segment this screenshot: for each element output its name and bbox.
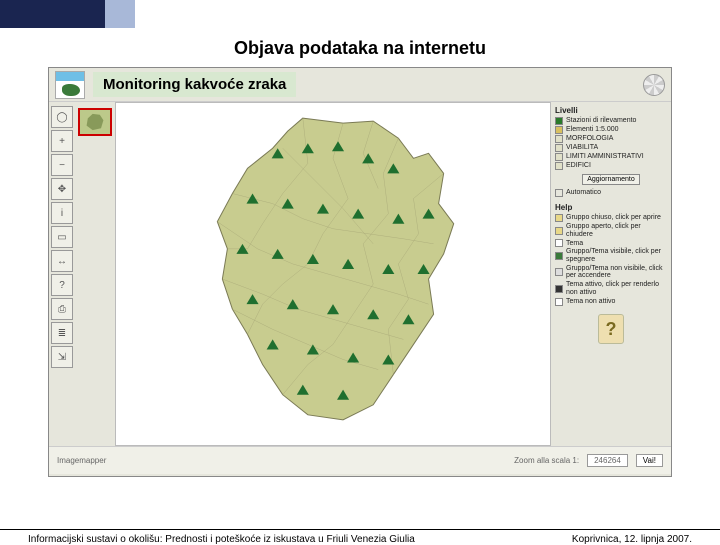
zoom-value[interactable]: 246264 [587,454,628,467]
app-header: Monitoring kakvoće zraka [49,68,671,102]
legend-item: LIMITI AMMINISTRATIVI [555,153,667,161]
tool-query-icon[interactable]: ? [51,274,73,296]
slide-title: Objava podataka na internetu [0,28,720,67]
tool-globe-icon[interactable]: ◯ [51,106,73,128]
tool-zoom-out-icon[interactable]: − [51,154,73,176]
slide-footer: Informacijski sustavi o okolišu: Prednos… [0,529,720,530]
app-body: ◯ + − ✥ i ▭ ↔ ? ⎙ ≣ ⇲ [49,102,671,446]
thumbnail-column [75,102,115,446]
status-bar: Imagemapper Zoom alla scala 1: 246264 Va… [49,446,671,474]
legend-item: Elementi 1:5.000 [555,126,667,134]
help-title: Help [555,203,667,212]
tool-print-icon[interactable]: ⎙ [51,298,73,320]
map-canvas[interactable] [115,102,551,446]
zoom-go-button[interactable]: Vai! [636,454,663,467]
refresh-button[interactable]: Aggiornamento [582,174,639,185]
tool-export-icon[interactable]: ⇲ [51,346,73,368]
slide-top-bar [0,0,720,28]
legend-item: EDIFICI [555,162,667,170]
arpa-logo [55,71,85,99]
help-line: Gruppo chiuso, click per aprire [555,214,667,222]
legend-item: Stazioni di rilevamento [555,117,667,125]
region-outline [217,118,453,420]
zoom-label: Zoom alla scala 1: [514,456,579,465]
tool-pan-icon[interactable]: ✥ [51,178,73,200]
imagemapper-label: Imagemapper [57,456,106,465]
gis-app-frame: Monitoring kakvoće zraka ◯ + − ✥ i ▭ ↔ ?… [48,67,672,477]
tool-measure-icon[interactable]: ↔ [51,250,73,272]
overview-thumbnail[interactable] [78,108,112,136]
legend-title: Livelli [555,106,667,115]
help-line: Tema non attivo [555,298,667,306]
legend-item: VIABILITA [555,144,667,152]
subtitle-box: Monitoring kakvoće zraka [93,72,296,97]
help-line: Gruppo aperto, click per chiudere [555,223,667,238]
tool-select-icon[interactable]: ▭ [51,226,73,248]
layers-panel: Livelli Stazioni di rilevamento Elementi… [551,102,671,446]
help-line: Tema attivo, click per renderlo non atti… [555,281,667,296]
auto-checkbox: Automatico [555,189,667,197]
help-line: Gruppo/Tema non visibile, click per acce… [555,265,667,280]
tool-layers-icon[interactable]: ≣ [51,322,73,344]
legend-item: MORFOLOGIA [555,135,667,143]
map-svg [116,103,550,445]
help-line: Tema [555,239,667,247]
help-line: Gruppo/Tema visibile, click per spegnere [555,248,667,263]
header-logo-right [643,74,665,96]
tool-identify-icon[interactable]: i [51,202,73,224]
accent-block [105,0,135,28]
help-icon[interactable]: ? [598,314,624,344]
tool-toolbar: ◯ + − ✥ i ▭ ↔ ? ⎙ ≣ ⇲ [49,102,75,446]
tool-zoom-in-icon[interactable]: + [51,130,73,152]
